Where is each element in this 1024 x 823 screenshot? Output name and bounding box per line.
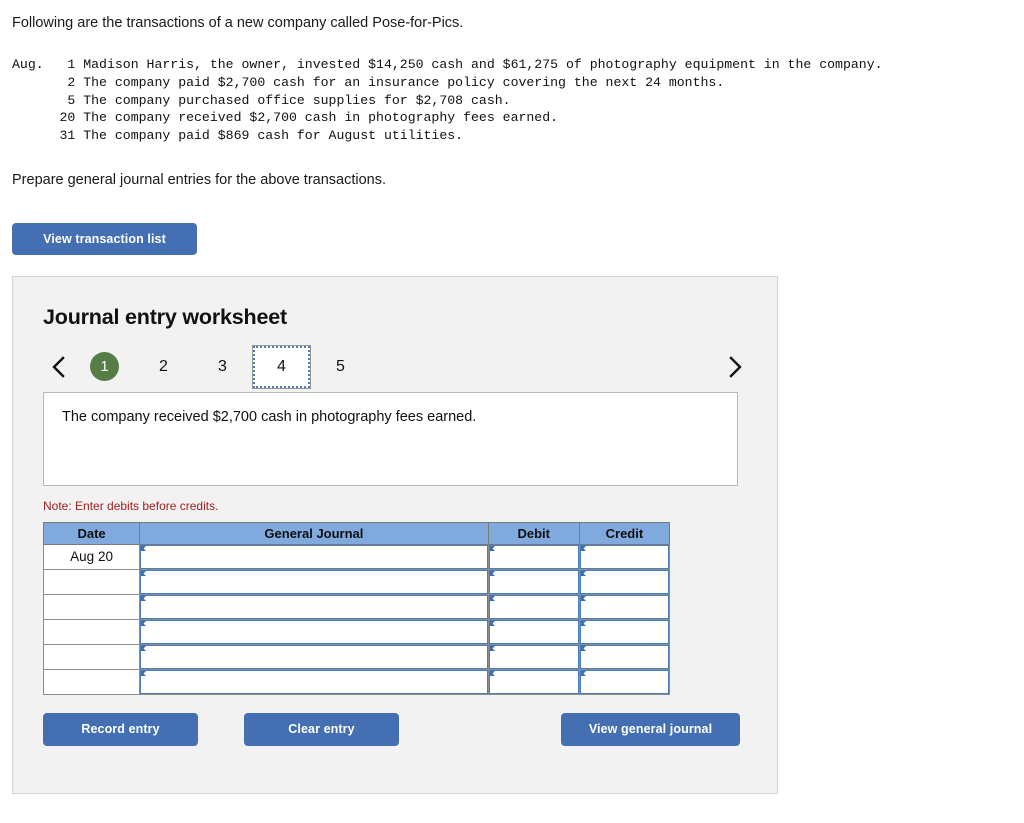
debit-input[interactable] (489, 670, 578, 693)
account-input-wrapper[interactable] (140, 669, 488, 694)
credit-input[interactable] (580, 620, 668, 643)
problem-statement: Following are the transactions of a new … (0, 0, 1024, 189)
debit-input[interactable] (489, 570, 578, 593)
debit-input-wrapper[interactable] (488, 619, 579, 644)
date-cell (42, 618, 141, 645)
credit-input[interactable] (580, 545, 668, 568)
pager-tab-2[interactable]: 2 (134, 345, 193, 389)
instruction-text: Prepare general journal entries for the … (12, 171, 386, 188)
account-input-wrapper[interactable] (140, 544, 488, 569)
date-cell (42, 568, 141, 595)
credit-input-wrapper[interactable] (579, 569, 669, 594)
account-cell (139, 568, 489, 595)
debit-input-wrapper[interactable] (488, 544, 579, 569)
table-row (42, 593, 671, 620)
date-cell (42, 643, 141, 670)
worksheet-pager: 1 2 3 4 5 (43, 344, 751, 390)
credit-input-wrapper[interactable] (579, 594, 669, 619)
column-header-credit: Credit (578, 521, 671, 545)
record-entry-button[interactable]: Record entry (43, 712, 198, 746)
account-cell (139, 593, 489, 620)
column-header-general-journal: General Journal (139, 521, 489, 545)
chevron-left-icon[interactable] (43, 347, 75, 387)
credit-cell (578, 618, 671, 645)
pager-tab-1-label: 1 (90, 352, 119, 382)
debit-input[interactable] (489, 595, 578, 618)
table-row (42, 668, 671, 695)
journal-entry-worksheet-panel: Journal entry worksheet 1 2 3 4 5 The co… (12, 275, 778, 794)
account-cell (139, 668, 489, 695)
account-input[interactable] (141, 620, 487, 643)
transaction-list-text: Aug. 1 Madison Harris, the owner, invest… (12, 57, 883, 144)
date-cell: Aug 20 (42, 543, 141, 570)
account-input[interactable] (141, 670, 487, 693)
account-input-wrapper[interactable] (140, 619, 488, 644)
debit-input-wrapper[interactable] (488, 669, 579, 694)
pager-tab-4[interactable]: 4 (252, 344, 311, 389)
worksheet-action-buttons: Record entry Clear entry View general jo… (43, 712, 740, 746)
credit-input[interactable] (580, 670, 668, 693)
view-general-journal-button[interactable]: View general journal (561, 712, 740, 746)
account-input[interactable] (141, 545, 487, 568)
credit-cell (578, 593, 671, 620)
account-cell (139, 618, 489, 645)
pager-tab-list: 1 2 3 4 5 (75, 344, 370, 389)
date-cell (42, 668, 141, 695)
credit-input-wrapper[interactable] (579, 644, 669, 669)
debit-cell (487, 643, 580, 670)
debits-before-credits-note: Note: Enter debits before credits. (43, 498, 219, 513)
debit-cell (487, 668, 580, 695)
general-journal-table: Date General Journal Debit Credit Aug 20 (42, 521, 671, 695)
credit-cell (578, 568, 671, 595)
intro-heading: Following are the transactions of a new … (12, 15, 464, 31)
debit-cell (487, 593, 580, 620)
account-input-wrapper[interactable] (140, 644, 488, 669)
credit-cell (578, 668, 671, 695)
date-cell (42, 593, 141, 620)
credit-input[interactable] (580, 645, 668, 668)
debit-input-wrapper[interactable] (488, 569, 579, 594)
account-input-wrapper[interactable] (140, 569, 488, 594)
account-input[interactable] (141, 645, 487, 668)
account-input-wrapper[interactable] (140, 594, 488, 619)
credit-cell (578, 643, 671, 670)
table-row (42, 643, 671, 670)
account-input[interactable] (141, 570, 487, 593)
credit-input-wrapper[interactable] (579, 544, 669, 569)
account-input[interactable] (141, 595, 487, 618)
pager-tab-1[interactable]: 1 (75, 345, 134, 389)
clear-entry-button[interactable]: Clear entry (244, 712, 399, 746)
debit-cell (487, 543, 580, 570)
credit-input-wrapper[interactable] (579, 669, 669, 694)
column-header-debit: Debit (487, 521, 580, 545)
column-header-date: Date (42, 521, 141, 545)
debit-cell (487, 568, 580, 595)
credit-input[interactable] (580, 595, 668, 618)
debit-input[interactable] (489, 545, 578, 568)
pager-tab-3[interactable]: 3 (193, 345, 252, 389)
view-transaction-list-button[interactable]: View transaction list (12, 222, 197, 255)
credit-cell (578, 543, 671, 570)
debit-input-wrapper[interactable] (488, 594, 579, 619)
worksheet-title: Journal entry worksheet (43, 304, 287, 329)
chevron-right-icon[interactable] (719, 347, 751, 387)
debit-cell (487, 618, 580, 645)
debit-input[interactable] (489, 620, 578, 643)
table-row (42, 618, 671, 645)
table-row: Aug 20 (42, 543, 671, 570)
debit-input[interactable] (489, 645, 578, 668)
credit-input[interactable] (580, 570, 668, 593)
credit-input-wrapper[interactable] (579, 619, 669, 644)
account-cell (139, 543, 489, 570)
table-header-row: Date General Journal Debit Credit (42, 521, 671, 545)
table-row (42, 568, 671, 595)
debit-input-wrapper[interactable] (488, 644, 579, 669)
transaction-description-box: The company received $2,700 cash in phot… (43, 391, 738, 486)
view-transaction-list-container: View transaction list (12, 222, 1024, 255)
pager-tab-5[interactable]: 5 (311, 345, 370, 389)
account-cell (139, 643, 489, 670)
